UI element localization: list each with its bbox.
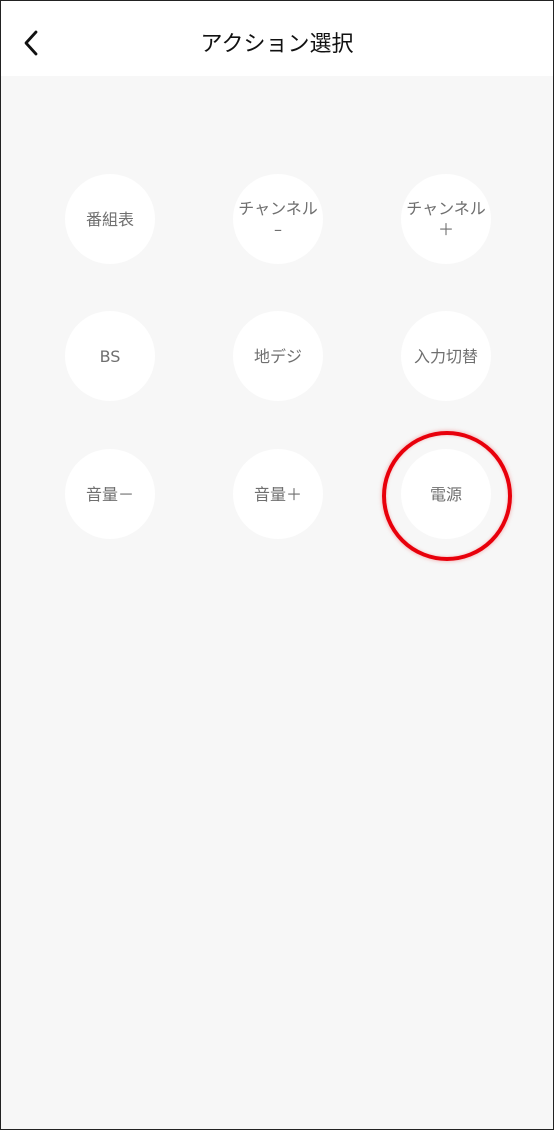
action-label: 音量＋: [253, 484, 302, 504]
action-button-power[interactable]: 電源: [401, 449, 491, 539]
screen: アクション選択 番組表 チャンネル – チャンネル ＋ BS 地デジ 入力切替 …: [0, 0, 554, 1130]
action-label: 音量－: [85, 484, 134, 504]
action-label: BS: [99, 346, 121, 366]
action-button-input-switch[interactable]: 入力切替: [401, 311, 491, 401]
action-button-volume-up[interactable]: 音量＋: [233, 449, 323, 539]
action-label: 地デジ: [253, 346, 302, 366]
action-label: 入力切替: [413, 346, 478, 366]
action-button-bs[interactable]: BS: [65, 311, 155, 401]
action-label: 番組表: [85, 209, 134, 229]
action-label-sub: –: [274, 220, 282, 239]
action-label: チャンネル: [406, 199, 486, 218]
action-label: 電源: [429, 484, 462, 504]
action-button-volume-down[interactable]: 音量－: [65, 449, 155, 539]
action-grid: 番組表 チャンネル – チャンネル ＋ BS 地デジ 入力切替 音量－ 音量＋ …: [1, 1, 553, 1129]
action-button-terrestrial[interactable]: 地デジ: [233, 311, 323, 401]
action-button-channel-down[interactable]: チャンネル –: [233, 174, 323, 264]
action-button-program-guide[interactable]: 番組表: [65, 174, 155, 264]
action-button-channel-up[interactable]: チャンネル ＋: [401, 174, 491, 264]
action-label: チャンネル: [238, 199, 318, 218]
action-label-sub: ＋: [437, 220, 454, 239]
